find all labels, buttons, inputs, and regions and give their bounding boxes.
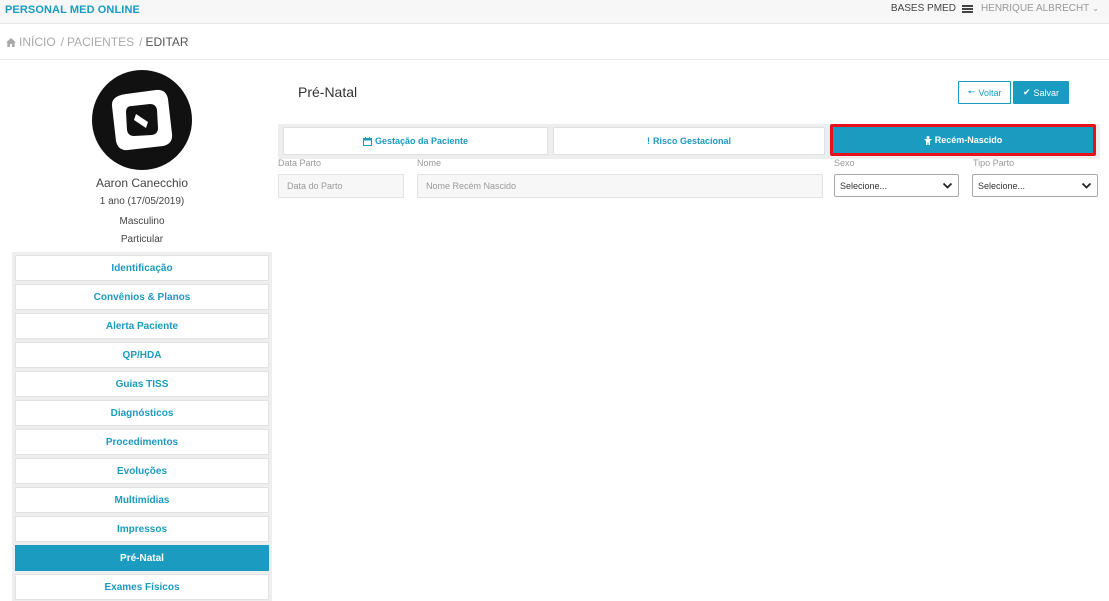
sidebar-item-pre-natal[interactable]: Pré-Natal [15, 545, 269, 571]
tab-recem-nascido-highlight: Recém-Nascido [830, 124, 1096, 156]
nome-label: Nome [417, 158, 442, 168]
brand-logo-icon [111, 89, 173, 151]
calendar-icon [362, 136, 372, 146]
sidebar-item-multimidias[interactable]: Multimídias [15, 487, 269, 513]
patient-menu: Identificação Convênios & Planos Alerta … [12, 252, 272, 601]
patient-name: Aaron Canecchio [95, 176, 189, 190]
sidebar-item-qp-hda[interactable]: QP/HDA [15, 342, 269, 368]
bars-icon[interactable] [961, 4, 973, 13]
chevron-down-icon [1081, 182, 1092, 189]
top-bar: PERSONAL MED ONLINE BASES PMED HENRIQUE … [0, 0, 1109, 24]
sidebar-item-impressos[interactable]: Impressos [15, 516, 269, 542]
brand-logo-text[interactable]: PERSONAL MED ONLINE [5, 4, 140, 16]
sidebar-item-guias-tiss[interactable]: Guias TISS [15, 371, 269, 397]
tab-gestacao-label: Gestação da Paciente [374, 136, 469, 146]
home-icon[interactable] [6, 37, 16, 47]
data-parto-label: Data Parto [278, 158, 322, 168]
page-title: Pré-Natal [298, 84, 358, 100]
sidebar-item-diagnosticos[interactable]: Diagnósticos [15, 400, 269, 426]
exclamation-icon: ! [646, 136, 650, 146]
tipo-parto-select-value: Selecione... [978, 180, 1026, 191]
tab-recem-nascido-label: Recém-Nascido [934, 135, 1003, 145]
tab-gestacao[interactable]: Gestação da Paciente [283, 127, 548, 155]
tipo-parto-label: Tipo Parto [973, 158, 1015, 168]
breadcrumb: INÍCIO / PACIENTES / EDITAR [0, 25, 1109, 60]
chevron-down-icon[interactable]: ⌄ [1092, 4, 1099, 13]
sidebar-item-alerta[interactable]: Alerta Paciente [15, 313, 269, 339]
save-button-label: Salvar [1033, 87, 1060, 98]
sidebar-item-identificacao[interactable]: Identificação [15, 255, 269, 281]
tab-risco-gestacional[interactable]: ! Risco Gestacional [553, 127, 825, 155]
sexo-select-value: Selecione... [840, 180, 888, 191]
patient-sidebar: Aaron Canecchio 1 ano (17/05/2019) Mascu… [12, 60, 272, 601]
tab-recem-nascido[interactable]: Recém-Nascido [833, 127, 1093, 153]
back-button-label: Voltar [978, 87, 1002, 98]
sexo-label: Sexo [834, 158, 855, 168]
patient-age: 1 ano (17/05/2019) [99, 196, 185, 207]
top-right-menu: BASES PMED HENRIQUE ALBRECHT ⌄ [891, 3, 1099, 14]
patient-sex: Masculino [119, 216, 165, 227]
check-icon: ✔ [1022, 87, 1031, 97]
sidebar-item-convenios[interactable]: Convênios & Planos [15, 284, 269, 310]
breadcrumb-separator: / [60, 35, 65, 49]
back-button[interactable]: 🠔 Voltar [958, 81, 1011, 104]
patient-plan: Particular [120, 234, 164, 245]
breadcrumb-current: EDITAR [145, 35, 189, 49]
save-button[interactable]: ✔ Salvar [1013, 81, 1069, 104]
user-menu[interactable]: HENRIQUE ALBRECHT [981, 3, 1089, 14]
breadcrumb-home[interactable]: INÍCIO [19, 35, 56, 49]
breadcrumb-separator: / [139, 35, 143, 49]
sidebar-item-exames-fisicos[interactable]: Exames Físicos [15, 574, 269, 600]
avatar [92, 70, 192, 170]
sidebar-item-evolucoes[interactable]: Evoluções [15, 458, 269, 484]
data-parto-input[interactable]: Data do Parto [278, 174, 404, 198]
breadcrumb-pacientes[interactable]: PACIENTES [67, 35, 134, 49]
nome-recem-nascido-input[interactable]: Nome Recém Nascido [417, 174, 823, 198]
child-icon [923, 135, 932, 145]
arrow-left-icon: 🠔 [967, 86, 976, 97]
bases-label[interactable]: BASES PMED [891, 3, 956, 14]
sidebar-item-procedimentos[interactable]: Procedimentos [15, 429, 269, 455]
tipo-parto-select[interactable]: Selecione... [972, 174, 1098, 197]
tab-risco-label: Risco Gestacional [652, 136, 732, 146]
chevron-down-icon [942, 182, 953, 189]
sexo-select[interactable]: Selecione... [834, 174, 959, 197]
